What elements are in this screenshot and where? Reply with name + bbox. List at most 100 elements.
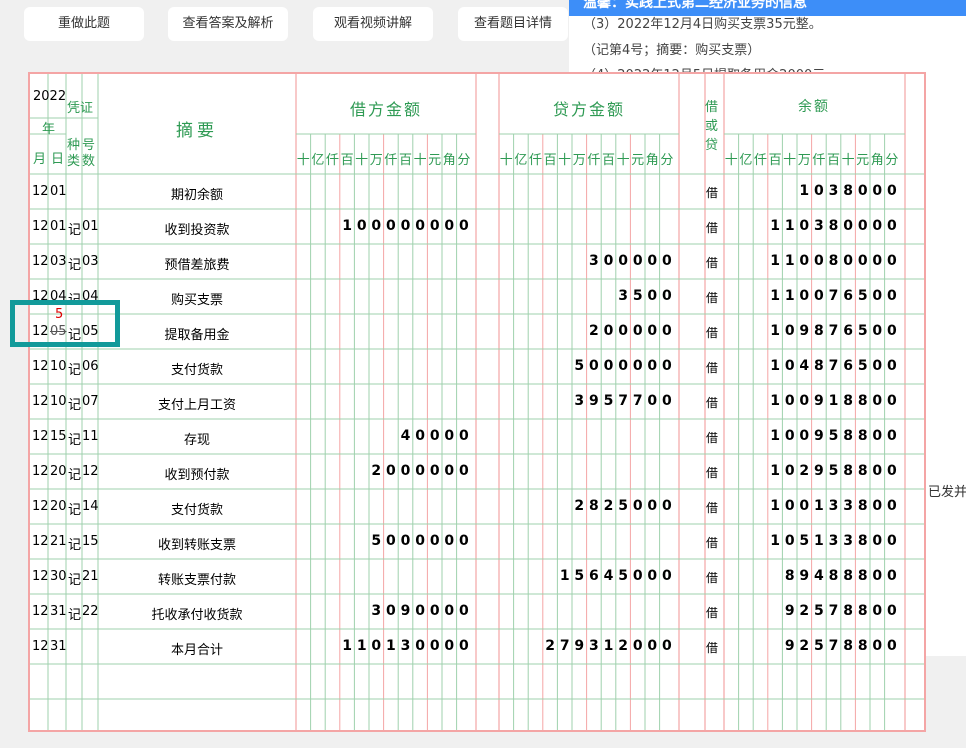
row-balance-digit: 1 [770,253,780,269]
row-month: 12 [32,184,49,199]
row-balance-digit: 0 [887,498,897,514]
row-debit-digit: 0 [459,603,469,619]
redo-button[interactable]: 重做此题 [24,7,144,41]
row-debit-digit: 0 [415,533,425,549]
row-balance-digit: 8 [857,393,868,409]
row-debit-digit: 0 [415,603,425,619]
row-debit-digit: 0 [415,428,425,444]
row-credit-digit: 0 [603,323,614,339]
row-credit-digit: 0 [647,638,658,654]
debit-unit: 十 [413,153,427,168]
debit-unit: 仟 [384,153,398,168]
row-balance-digit: 1 [770,393,780,409]
row-direction: 借 [706,571,719,585]
row-credit-digit: 2 [618,638,628,654]
row-balance-digit: 0 [887,218,897,234]
row-kind: 记 [68,538,82,553]
row-debit-digit: 3 [371,603,382,619]
row-direction: 借 [706,221,719,235]
row-month: 12 [32,499,49,514]
row-balance-digit: 8 [843,393,853,409]
row-debit-digit: 0 [371,638,382,654]
row-balance-digit: 7 [828,358,839,374]
row-debit-digit: 1 [342,218,352,234]
row-balance-digit: 0 [872,393,883,409]
row-direction: 借 [706,361,719,375]
row-balance-digit: 0 [872,358,883,374]
row-balance-digit: 0 [887,533,897,549]
row-credit-digit: 2 [545,638,555,654]
row-balance-digit: 0 [887,288,897,304]
ledger-table: 2022 年 月 日 凭证 种类 号数 摘要 借方金额 贷方金额 借或贷 余额 … [10,72,926,732]
row-debit-digit: 0 [386,603,396,619]
row-balance-digit: 0 [872,183,883,199]
row-month: 12 [32,429,49,444]
row-debit-digit: 0 [429,603,440,619]
row-balance-digit: 0 [857,253,868,269]
balance-unit: 亿 [739,153,753,168]
row-kind: 记 [68,468,82,483]
row-summary: 期初余额 [170,188,223,203]
row-balance-digit: 8 [857,533,868,549]
row-credit-digit: 0 [632,498,643,514]
row-summary: 预借差旅费 [164,258,230,273]
row-num: 15 [82,534,99,549]
row-balance-digit: 1 [770,533,780,549]
row-balance-digit: 0 [784,428,795,444]
row-kind: 记 [68,363,82,378]
row-debit-digit: 0 [386,463,396,479]
row-balance-digit: 8 [843,463,853,479]
row-balance-digit: 5 [799,533,810,549]
row-kind: 记 [68,503,82,518]
row-credit-digit: 0 [632,638,643,654]
credit-unit: 十 [558,153,572,168]
row-credit-digit: 0 [647,288,658,304]
row-direction: 借 [706,396,719,410]
row-debit-digit: 0 [415,463,425,479]
row-debit-digit: 0 [459,218,469,234]
row-debit-digit: 0 [429,638,440,654]
row-debit-digit: 0 [386,218,396,234]
row-balance-digit: 0 [857,218,868,234]
row-balance-digit: 0 [887,358,897,374]
balance-unit: 十 [783,153,797,168]
row-balance-digit: 5 [857,358,868,374]
row-balance-digit: 6 [843,358,853,374]
question-detail-button[interactable]: 查看题目详情 [458,7,568,41]
row-balance-digit: 3 [814,218,824,234]
num-label: 号数 [82,138,96,169]
row-day: 10 [50,359,67,374]
day-label: 日 [51,152,65,167]
row-summary: 支付上月工资 [157,398,236,413]
row-direction: 借 [706,431,719,445]
row-month: 12 [32,569,49,584]
row-credit-digit: 0 [662,288,672,304]
row-num: 06 [82,359,99,374]
row-num: 14 [82,499,99,514]
debit-unit: 万 [369,153,383,168]
row-kind: 记 [68,258,82,273]
row-credit-digit: 0 [618,323,628,339]
row-day: 20 [50,464,67,479]
view-answer-button[interactable]: 查看答案及解析 [168,7,288,41]
row-summary: 支付货款 [170,503,223,518]
focus-highlight-box[interactable] [10,300,120,347]
row-summary: 收到预付款 [164,468,230,483]
row-direction: 借 [706,326,719,340]
row-month: 12 [32,254,49,269]
row-num: 11 [82,429,99,444]
row-credit-digit: 0 [662,393,672,409]
watch-video-button[interactable]: 观看视频讲解 [313,7,433,41]
row-balance-digit: 9 [814,428,824,444]
row-debit-digit: 0 [459,638,469,654]
voucher-label: 凭证 [67,101,94,116]
row-balance-digit: 8 [814,323,824,339]
row-balance-digit: 3 [828,183,839,199]
row-credit-digit: 0 [647,253,658,269]
row-debit-digit: 0 [386,533,396,549]
row-balance-digit: 0 [887,253,897,269]
row-num: 21 [82,569,99,584]
row-balance-digit: 7 [828,638,839,654]
row-balance-digit: 6 [843,323,853,339]
row-balance-digit: 0 [872,288,883,304]
